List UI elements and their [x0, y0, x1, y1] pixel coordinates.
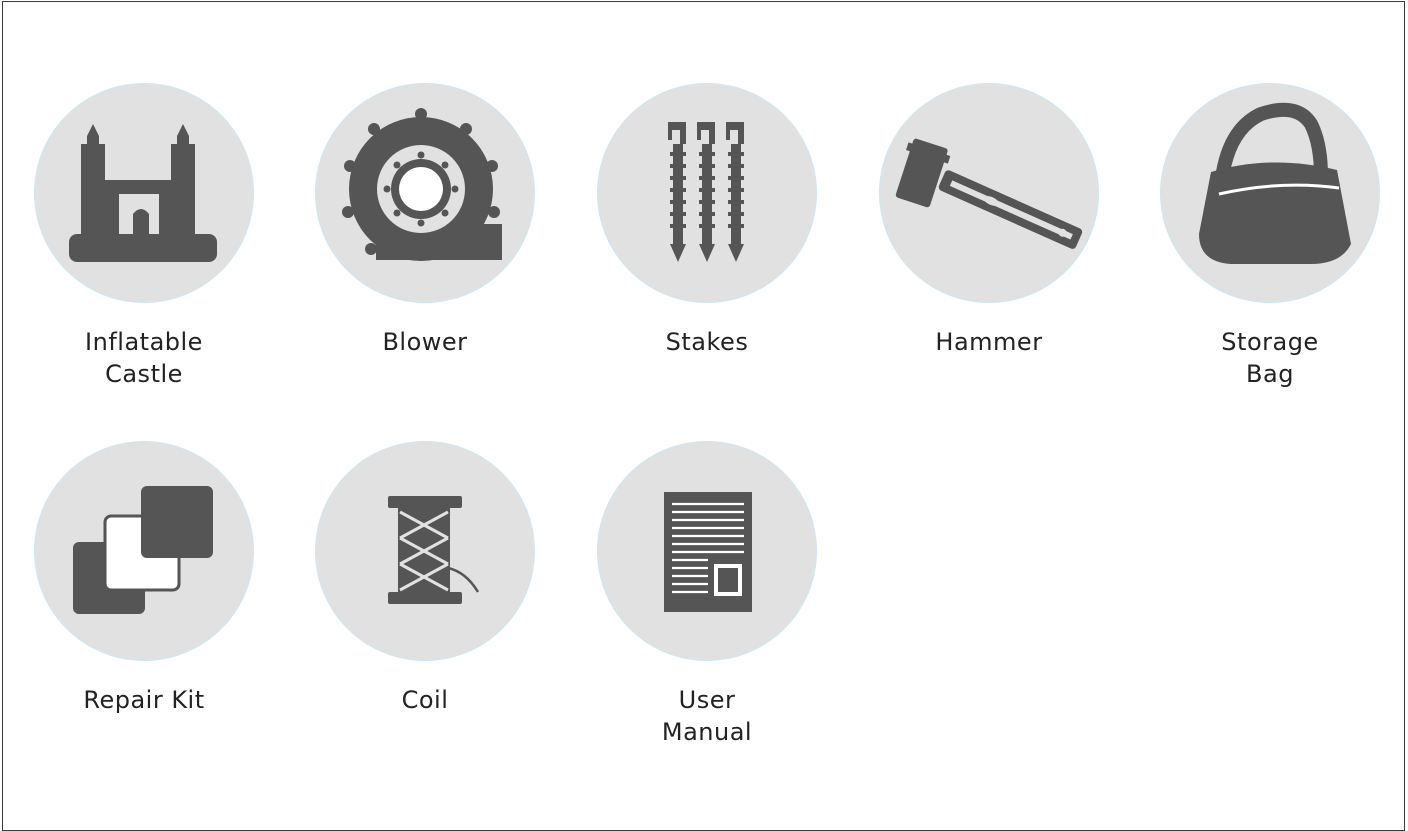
item-circle: [35, 84, 253, 302]
item-circle: [316, 442, 534, 660]
package-contents-panel: Inflatable Castle Blower Stakes Hammer S…: [2, 1, 1405, 831]
item-label: User Manual: [661, 686, 753, 746]
item-label: Stakes: [665, 328, 749, 356]
item-coil: Coil: [315, 442, 535, 716]
item-circle: [598, 442, 816, 660]
item-circle: [880, 84, 1098, 302]
item-inflatable-castle: Inflatable Castle: [34, 84, 254, 390]
item-circle: [598, 84, 816, 302]
item-storage-bag: Storage Bag: [1160, 84, 1380, 390]
item-circle: [35, 442, 253, 660]
item-label: Hammer: [935, 328, 1043, 356]
item-circle: [1161, 84, 1379, 302]
stakes-icon: [668, 122, 744, 262]
blower-icon: [342, 108, 502, 261]
user-manual-icon: [664, 492, 752, 612]
coil-icon: [388, 496, 480, 604]
storage-bag-icon: [1199, 102, 1351, 264]
item-blower: Blower: [315, 84, 535, 358]
item-stakes: Stakes: [597, 84, 817, 358]
item-user-manual: User Manual: [597, 442, 817, 748]
item-hammer: Hammer: [879, 84, 1099, 358]
inflatable-castle-icon: [69, 124, 217, 262]
item-label: Inflatable Castle: [85, 328, 203, 388]
repair-kit-icon: [73, 486, 213, 614]
hammer-icon: [895, 138, 1083, 249]
item-label: Blower: [382, 328, 468, 356]
item-circle: [316, 84, 534, 302]
item-label: Coil: [401, 686, 449, 714]
item-label: Storage Bag: [1221, 328, 1319, 388]
item-repair-kit: Repair Kit: [34, 442, 254, 716]
item-label: Repair Kit: [83, 686, 205, 714]
